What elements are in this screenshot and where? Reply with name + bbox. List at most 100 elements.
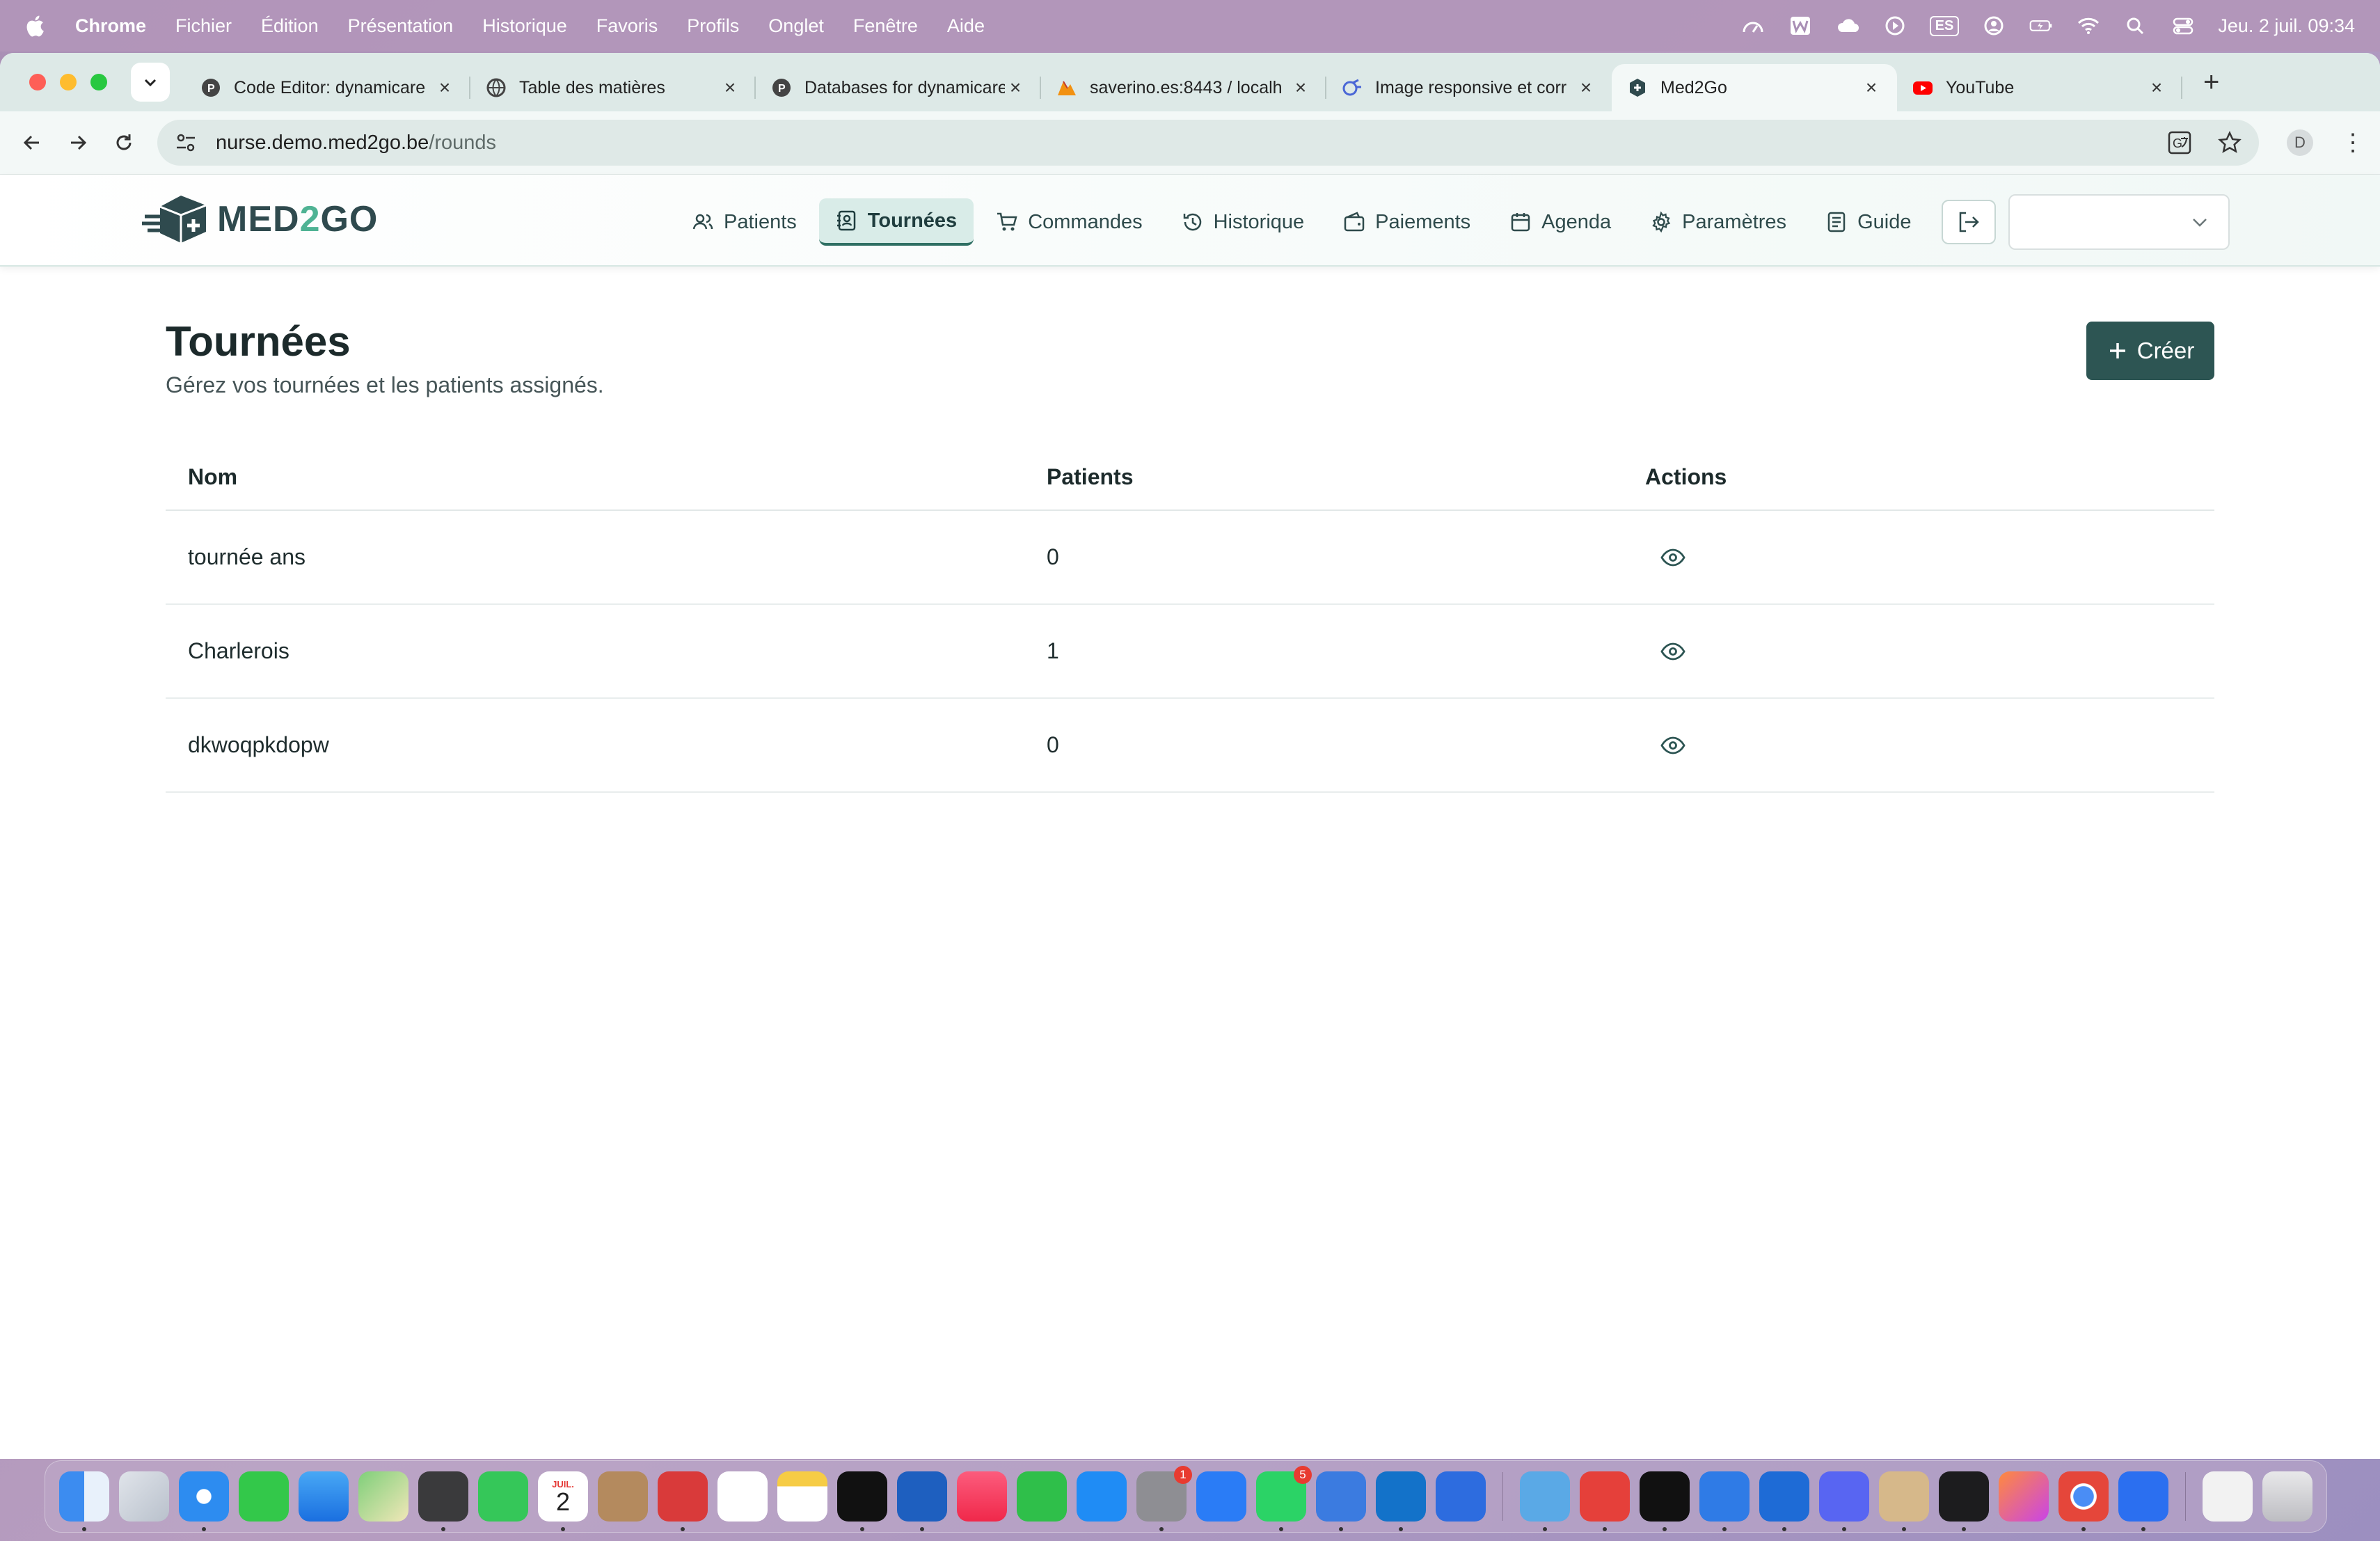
new-tab-button[interactable]: + bbox=[2203, 67, 2219, 98]
menu-fenetre[interactable]: Fenêtre bbox=[853, 15, 918, 37]
browser-menu-icon[interactable]: ⋮ bbox=[2341, 129, 2365, 157]
profile-avatar[interactable]: D bbox=[2287, 129, 2313, 156]
close-window-button[interactable] bbox=[29, 74, 46, 90]
paw-app-icon[interactable] bbox=[1999, 1471, 2049, 1522]
view-eye-icon[interactable] bbox=[1660, 545, 1685, 570]
apple-tv-icon[interactable] bbox=[837, 1471, 887, 1531]
zoom-window-button[interactable] bbox=[90, 74, 107, 90]
menu-favoris[interactable]: Favoris bbox=[596, 15, 658, 37]
menu-fichier[interactable]: Fichier bbox=[175, 15, 232, 37]
roblox-icon[interactable] bbox=[1436, 1471, 1486, 1522]
mail-icon[interactable] bbox=[299, 1471, 349, 1522]
reload-button[interactable] bbox=[110, 129, 138, 157]
menu-historique[interactable]: Historique bbox=[482, 15, 567, 37]
music-icon[interactable] bbox=[957, 1471, 1007, 1522]
sublime-merge-icon[interactable] bbox=[1759, 1471, 1809, 1531]
apple-icon[interactable] bbox=[25, 14, 45, 38]
discord-icon[interactable] bbox=[1819, 1471, 1869, 1531]
nav-tournees[interactable]: Tournées bbox=[818, 198, 974, 246]
column-header-patients[interactable]: Patients bbox=[1047, 464, 1645, 490]
column-header-name[interactable]: Nom bbox=[166, 464, 1047, 490]
site-settings-icon[interactable] bbox=[174, 131, 198, 155]
messages-icon[interactable] bbox=[239, 1471, 289, 1522]
wifi-icon[interactable] bbox=[2076, 15, 2101, 36]
calculator-icon[interactable] bbox=[418, 1471, 468, 1531]
menu-presentation[interactable]: Présentation bbox=[348, 15, 454, 37]
menu-app-name[interactable]: Chrome bbox=[75, 15, 146, 37]
trash-icon[interactable] bbox=[2262, 1471, 2312, 1522]
battery-icon[interactable] bbox=[2029, 15, 2054, 36]
nav-agenda[interactable]: Agenda bbox=[1493, 198, 1628, 246]
nav-guide[interactable]: Guide bbox=[1809, 198, 1928, 246]
wps-office-icon[interactable] bbox=[1580, 1471, 1630, 1531]
search-icon[interactable] bbox=[2123, 15, 2148, 36]
menu-profils[interactable]: Profils bbox=[687, 15, 739, 37]
table-row[interactable]: dkwoqpkdopw 0 bbox=[166, 699, 2214, 793]
facetime-icon[interactable] bbox=[478, 1471, 528, 1522]
cloud-icon[interactable] bbox=[1835, 15, 1860, 36]
reminders-icon[interactable] bbox=[717, 1471, 768, 1522]
numbers-icon[interactable] bbox=[1017, 1471, 1067, 1522]
tab-code-editor[interactable]: P Code Editor: dynamicare × bbox=[185, 64, 470, 111]
close-tab-icon[interactable]: × bbox=[1290, 77, 1311, 99]
word-icon[interactable] bbox=[897, 1471, 947, 1531]
nav-commandes[interactable]: Commandes bbox=[979, 198, 1159, 246]
downloads-stack-icon[interactable] bbox=[2203, 1471, 2253, 1522]
whatsapp-icon[interactable]: 5 bbox=[1256, 1466, 1312, 1531]
menu-aide[interactable]: Aide bbox=[947, 15, 985, 37]
address-bar[interactable]: nurse.demo.med2go.be/rounds G bbox=[157, 120, 2259, 166]
activity-monitor-icon[interactable] bbox=[1939, 1471, 1989, 1531]
tab-youtube[interactable]: YouTube × bbox=[1897, 64, 2182, 111]
close-tab-icon[interactable]: × bbox=[2146, 77, 2167, 99]
menubar-clock[interactable]: Jeu. 2 juil. 09:34 bbox=[2218, 15, 2355, 37]
close-tab-icon[interactable]: × bbox=[434, 77, 455, 99]
bookmark-star-icon[interactable] bbox=[2217, 130, 2242, 155]
maps-icon[interactable] bbox=[358, 1471, 408, 1522]
back-button[interactable] bbox=[18, 129, 46, 157]
calendar-app-icon[interactable]: JUIL. 2 bbox=[538, 1471, 588, 1531]
tab-image-responsive[interactable]: Image responsive et corr × bbox=[1326, 64, 1612, 111]
view-eye-icon[interactable] bbox=[1660, 733, 1685, 758]
play-circle-icon[interactable] bbox=[1882, 15, 1907, 36]
table-row[interactable]: Charlerois 1 bbox=[166, 605, 2214, 699]
translate-icon[interactable]: G bbox=[2167, 130, 2192, 155]
menu-onglet[interactable]: Onglet bbox=[768, 15, 824, 37]
gauge-icon[interactable] bbox=[1740, 15, 1766, 36]
close-tab-icon[interactable]: × bbox=[720, 77, 740, 99]
xcode-icon[interactable] bbox=[1699, 1471, 1750, 1531]
terminal-icon[interactable] bbox=[1640, 1471, 1690, 1531]
finder-icon[interactable] bbox=[59, 1471, 109, 1531]
tab-phpmyadmin[interactable]: saverino.es:8443 / localh × bbox=[1041, 64, 1326, 111]
nav-parametres[interactable]: Paramètres bbox=[1633, 198, 1803, 246]
close-tab-icon[interactable]: × bbox=[1576, 77, 1596, 99]
tab-med2go[interactable]: Med2Go × bbox=[1612, 64, 1897, 111]
w-app-icon[interactable] bbox=[1788, 15, 1813, 36]
forward-button[interactable] bbox=[64, 129, 92, 157]
photo-booth-icon[interactable] bbox=[658, 1471, 708, 1531]
network-radar-icon[interactable] bbox=[1316, 1471, 1366, 1531]
system-settings-icon[interactable]: 1 bbox=[1136, 1466, 1192, 1531]
user-circle-icon[interactable] bbox=[1981, 15, 2006, 36]
view-eye-icon[interactable] bbox=[1660, 639, 1685, 664]
chrome-icon[interactable] bbox=[2058, 1471, 2109, 1531]
table-row[interactable]: tournée ans 0 bbox=[166, 511, 2214, 605]
account-select[interactable] bbox=[2008, 194, 2230, 250]
color-picker-icon[interactable] bbox=[1879, 1471, 1929, 1531]
app-store-icon[interactable] bbox=[1077, 1471, 1127, 1522]
safari-icon[interactable] bbox=[179, 1471, 229, 1531]
minimize-window-button[interactable] bbox=[60, 74, 77, 90]
messenger-icon[interactable] bbox=[1196, 1471, 1246, 1522]
keyboard-layout-badge[interactable]: ES bbox=[1929, 15, 1960, 36]
nav-paiements[interactable]: Paiements bbox=[1326, 198, 1487, 246]
outlook-icon[interactable] bbox=[1376, 1471, 1426, 1531]
close-tab-icon[interactable]: × bbox=[1005, 77, 1026, 99]
nav-historique[interactable]: Historique bbox=[1165, 198, 1322, 246]
logout-button[interactable] bbox=[1942, 200, 1997, 244]
menu-edition[interactable]: Édition bbox=[261, 15, 319, 37]
notes-icon[interactable] bbox=[777, 1471, 827, 1522]
med2go-logo[interactable]: MED2GO bbox=[142, 193, 378, 246]
tab-databases[interactable]: P Databases for dynamicare × bbox=[756, 64, 1041, 111]
launchpad-icon[interactable] bbox=[119, 1471, 169, 1522]
contacts-icon[interactable] bbox=[598, 1471, 648, 1522]
control-center-icon[interactable] bbox=[2171, 15, 2196, 36]
